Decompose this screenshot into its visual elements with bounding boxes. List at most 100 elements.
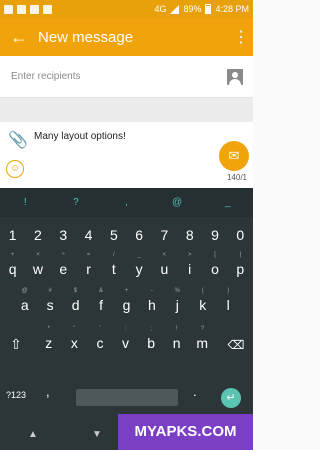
paperclip-icon[interactable]: 📎: [8, 130, 28, 150]
signal-icon: [170, 4, 180, 14]
page-title: New message: [38, 28, 134, 46]
key-symbol: *: [47, 326, 50, 332]
message-input[interactable]: Many layout options!: [34, 131, 126, 142]
compose-area: 📎 Many layout options! ☺ ✉ 140/1: [0, 122, 253, 188]
key[interactable]: > i: [177, 252, 202, 286]
keyboard-bottom-row: ?123 , . ↵: [0, 380, 253, 416]
key[interactable]: + g: [114, 288, 139, 322]
screen: 4G 89% 4:28 PM ← New message ⋮ Enter rec…: [0, 0, 253, 450]
key-symbol: -: [150, 288, 153, 294]
enter-key[interactable]: ↵: [221, 388, 241, 408]
key-symbol: ;: [150, 326, 152, 332]
key-symbol: ÷: [61, 252, 65, 258]
status-bar: 4G 89% 4:28 PM: [0, 0, 253, 18]
suggestion-key[interactable]: !: [0, 197, 51, 208]
letter-row-3: * z " x ' c :v ; b ! n ? m: [0, 326, 253, 360]
key[interactable]: 6: [126, 221, 151, 249]
key[interactable]: ' c: [87, 326, 113, 360]
key[interactable]: * z: [36, 326, 62, 360]
letter-row-2: @ a # s $ d & f + g -h % j (k ) l: [0, 288, 253, 322]
key[interactable]: 4: [76, 221, 101, 249]
notification-icon: [30, 4, 39, 14]
battery-percent: 89%: [183, 4, 202, 14]
key[interactable]: < u: [152, 252, 177, 286]
key-symbol: >: [187, 252, 192, 258]
key-symbol: [: [214, 252, 216, 258]
key[interactable]: _ y: [126, 252, 151, 286]
overflow-menu-icon[interactable]: ⋮: [229, 27, 253, 47]
suggestion-bar: ! ? , @ _: [0, 188, 253, 217]
key[interactable]: 7: [152, 221, 177, 249]
key[interactable]: (k: [190, 288, 215, 322]
space-key[interactable]: [76, 389, 178, 406]
hide-keyboard-icon[interactable]: ▼: [92, 429, 102, 440]
key-symbol: !: [175, 326, 178, 332]
key[interactable]: ] p: [228, 252, 253, 286]
key[interactable]: @ a: [12, 288, 37, 322]
key-symbol: /: [113, 252, 115, 258]
symbols-key[interactable]: ?123: [6, 390, 26, 400]
clock: 4:28 PM: [215, 4, 249, 14]
key[interactable]: & f: [88, 288, 113, 322]
battery-icon: [205, 4, 212, 14]
notification-icon: [17, 4, 26, 14]
key[interactable]: 9: [202, 221, 227, 249]
key[interactable]: ! n: [164, 326, 190, 360]
key-symbol: <: [162, 252, 167, 258]
key[interactable]: 0: [228, 221, 253, 249]
key[interactable]: 2: [25, 221, 50, 249]
key-symbol: %: [174, 288, 181, 294]
key-symbol: +: [124, 288, 129, 294]
key[interactable]: = r: [76, 252, 101, 286]
key[interactable]: 1: [0, 221, 25, 249]
key-symbol: (: [201, 288, 204, 294]
key[interactable]: ? m: [189, 326, 215, 360]
emoji-icon[interactable]: ☺: [6, 160, 24, 178]
nav-back-icon[interactable]: ▲: [28, 429, 38, 440]
key[interactable]: # s: [37, 288, 62, 322]
keyboard: ! ? , @ _ 1 2 3 4 5 6 7 8 9 0 + q × w ÷ e =…: [0, 188, 253, 420]
key[interactable]: / t: [101, 252, 126, 286]
number-row: 1 2 3 4 5 6 7 8 9 0: [0, 221, 253, 249]
key-symbol: ": [73, 326, 76, 332]
suggestion-key[interactable]: _: [202, 197, 253, 208]
key[interactable]: ; b: [138, 326, 164, 360]
suggestion-key[interactable]: @: [152, 197, 203, 208]
letter-row-1: + q × w ÷ e = r / t _ y < u > i [o ] p: [0, 252, 253, 286]
key[interactable]: 3: [51, 221, 76, 249]
key-symbol: :: [124, 326, 127, 332]
key-symbol: ×: [36, 252, 40, 258]
send-button[interactable]: ✉: [219, 141, 249, 171]
character-counter: 140/1: [226, 173, 247, 182]
key[interactable]: ÷ e: [51, 252, 76, 286]
watermark: MYAPKS.COM: [118, 414, 253, 450]
network-label: 4G: [154, 4, 167, 14]
key-symbol: ): [227, 288, 230, 294]
key[interactable]: × w: [25, 252, 50, 286]
key[interactable]: 5: [101, 221, 126, 249]
key[interactable]: + q: [0, 252, 25, 286]
contact-picker-icon[interactable]: [227, 69, 243, 85]
recipients-placeholder: Enter recipients: [11, 71, 81, 82]
period-key[interactable]: .: [193, 384, 197, 399]
key[interactable]: % j: [165, 288, 190, 322]
key-symbol: =: [86, 252, 91, 258]
key[interactable]: ) l: [216, 288, 241, 322]
key-symbol: ]: [239, 252, 242, 258]
key[interactable]: [o: [202, 252, 227, 286]
key[interactable]: 8: [177, 221, 202, 249]
suggestion-key[interactable]: ,: [101, 197, 152, 208]
comma-key[interactable]: ,: [46, 384, 50, 399]
key[interactable]: $ d: [63, 288, 88, 322]
back-arrow-icon[interactable]: ←: [0, 27, 38, 48]
key[interactable]: :v: [113, 326, 139, 360]
suggestion-key[interactable]: ?: [51, 197, 102, 208]
key[interactable]: -h: [139, 288, 164, 322]
key-symbol: ?: [200, 326, 204, 332]
recipients-field[interactable]: Enter recipients: [0, 56, 253, 98]
delete-key[interactable]: ⌫: [226, 338, 246, 354]
key-symbol: _: [137, 252, 141, 258]
key-symbol: ': [99, 326, 101, 332]
key[interactable]: " x: [62, 326, 88, 360]
key-symbol: +: [10, 252, 15, 258]
